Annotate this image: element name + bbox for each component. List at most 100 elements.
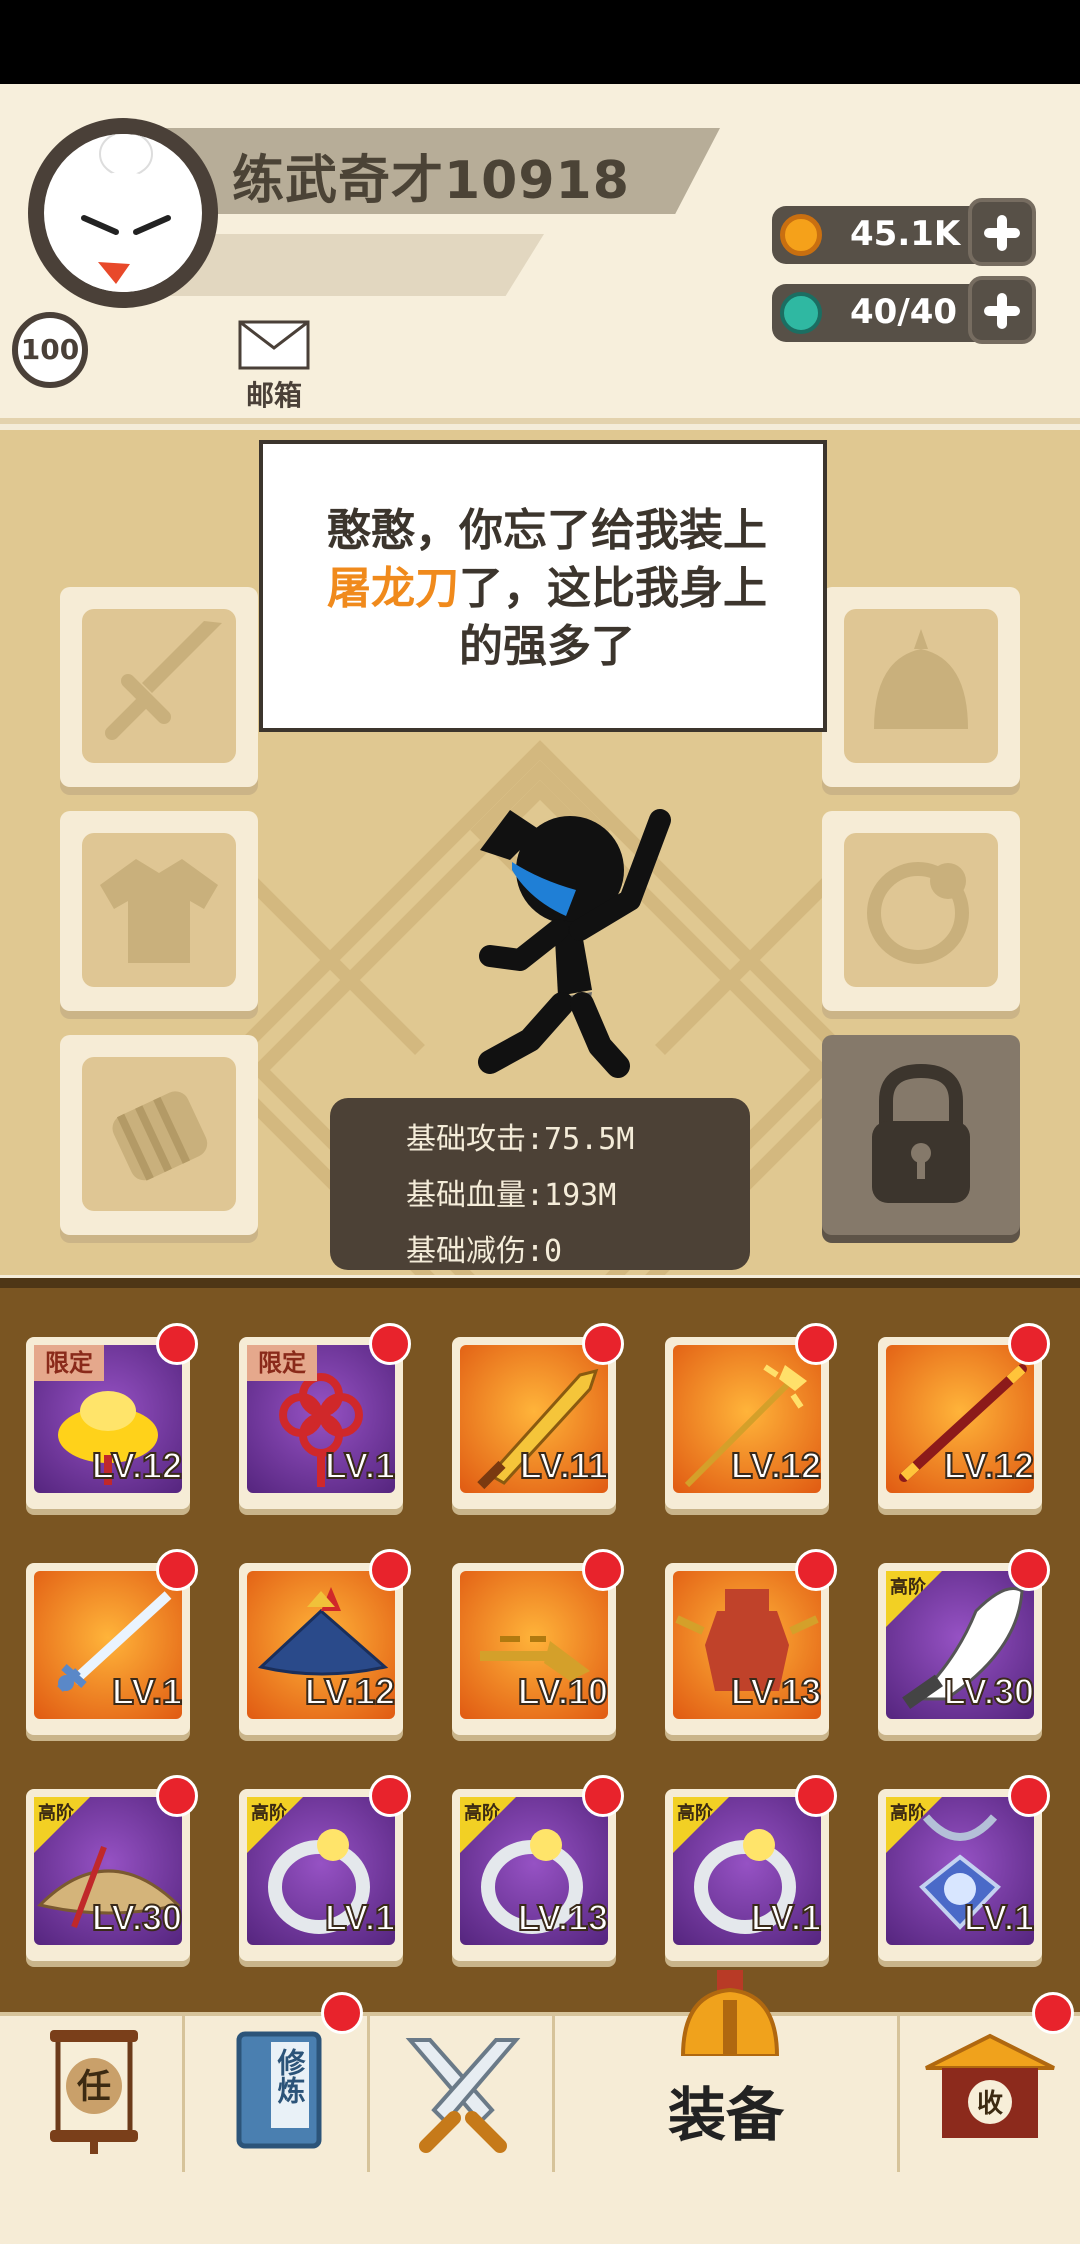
locked-slot[interactable] (822, 1035, 1020, 1235)
gold-value: 45.1K (850, 214, 961, 254)
item-level: LV.1 (750, 1896, 822, 1939)
avatar-image (44, 134, 202, 292)
ring-icon (867, 862, 969, 964)
nav-training[interactable]: 修炼 (185, 1992, 370, 2176)
energy-value: 40/40 (850, 292, 958, 332)
inventory-item-red-armor[interactable]: LV.13 (665, 1549, 837, 1735)
limited-tag: 限定 (34, 1345, 104, 1381)
helmet-icon (680, 1970, 780, 2056)
sub-banner (160, 234, 544, 296)
helmet-icon (874, 629, 968, 729)
nav-task[interactable]: 任 (0, 2016, 185, 2176)
weapon-slot[interactable] (60, 587, 258, 787)
system-nav-area (0, 2172, 1080, 2244)
notification-dot (1008, 1549, 1050, 1591)
helmet-slot[interactable] (822, 587, 1020, 787)
stat-hp: 基础血量:193M (406, 1178, 617, 1213)
item-level: LV.30 (943, 1670, 1035, 1713)
bracer-icon (112, 1091, 208, 1181)
inventory-item-blue-hat[interactable]: LV.12 (239, 1549, 411, 1735)
inventory-item-dragon-blade[interactable]: LV.11 (452, 1323, 624, 1509)
notification-dot (156, 1775, 198, 1817)
notification-dot (582, 1775, 624, 1817)
notification-dot (1008, 1775, 1050, 1817)
armor-slot[interactable] (60, 811, 258, 1011)
notification-dot (156, 1549, 198, 1591)
notification-dot (582, 1549, 624, 1591)
task-glyph: 任 (77, 2067, 111, 2107)
shirt-icon (100, 859, 218, 963)
player-name: 练武奇才10918 (232, 151, 630, 211)
item-level: LV.13 (517, 1896, 609, 1939)
crossed-swords-icon (405, 2038, 521, 2153)
inventory-item-golden-spear[interactable]: LV.12 (665, 1323, 837, 1509)
item-level: LV.1 (111, 1670, 183, 1713)
mail-label: 邮箱 (245, 379, 302, 412)
add-gold-button[interactable] (968, 198, 1036, 266)
item-level: LV.12 (304, 1670, 396, 1713)
nav-battle[interactable] (370, 2016, 555, 2176)
scroll-icon: 任 (50, 2030, 138, 2154)
sword-icon (105, 621, 222, 740)
inventory-item-ice-sword[interactable]: LV.1 (26, 1549, 198, 1735)
inventory-item-golden-key[interactable]: LV.10 (452, 1549, 624, 1735)
item-level: LV.30 (91, 1896, 183, 1939)
nav-equip-label: 装备 (667, 2081, 784, 2149)
train-glyph: 修炼 (274, 2048, 307, 2105)
gem-icon (780, 292, 822, 334)
item-level: LV.10 (517, 1670, 609, 1713)
coin-icon (780, 214, 822, 256)
item-level: LV.12 (730, 1444, 822, 1487)
notification-dot (795, 1775, 837, 1817)
item-level: LV.12 (91, 1444, 183, 1487)
notification-dot (582, 1323, 624, 1365)
notification-dot (369, 1775, 411, 1817)
mail-icon (238, 320, 310, 370)
inventory-item-broad-saber[interactable]: 高阶 LV.30 (878, 1549, 1050, 1735)
inventory-item-gold-ingot[interactable]: 限定 LV.12 (26, 1323, 198, 1509)
inventory-item-silver-ring[interactable]: 高阶 LV.1 (665, 1775, 837, 1961)
nav-equipment[interactable]: 装备 (555, 1970, 900, 2176)
lock-icon (872, 1063, 970, 1203)
notification-dot (156, 1323, 198, 1365)
item-level: LV.1 (963, 1896, 1035, 1939)
level-badge: 100 (12, 312, 88, 388)
inventory-item-red-staff[interactable]: LV.12 (878, 1323, 1050, 1509)
inventory-item-straw-hat[interactable]: 高阶 LV.30 (26, 1775, 198, 1961)
dialog-line-3: 的强多了 (459, 621, 635, 672)
notification-dot (1008, 1323, 1050, 1365)
nav-collection[interactable]: 收 (900, 1992, 1080, 2176)
mail-button[interactable]: 邮箱 (236, 320, 312, 414)
speech-bubble: 憨憨，你忘了给我装上 屠龙刀了，这比我身上 的强多了 (259, 440, 827, 732)
notification-dot (369, 1549, 411, 1591)
bottom-nav: 任 修炼 装备 收 (0, 1970, 1080, 2176)
notification-dot (369, 1323, 411, 1365)
dialog-line-2: 了，这比我身上 (459, 563, 767, 614)
item-level: LV.1 (324, 1896, 396, 1939)
stickman-character[interactable] (450, 790, 690, 1090)
stat-reduction: 基础减伤:0 (406, 1234, 563, 1269)
stat-attack: 基础攻击:75.5M (406, 1122, 635, 1157)
book-icon: 修炼 (236, 2031, 322, 2149)
inventory-item-silver-ring[interactable]: 高阶 LV.1 (239, 1775, 411, 1961)
inventory-item-gem-amulet[interactable]: 高阶 LV.1 (878, 1775, 1050, 1961)
add-energy-button[interactable] (968, 276, 1036, 344)
inventory-item-chinese-knot[interactable]: 限定 LV.1 (239, 1323, 411, 1509)
item-level: LV.13 (730, 1670, 822, 1713)
status-bar (0, 0, 1080, 84)
notification-dot (795, 1323, 837, 1365)
dialog-line-1: 憨憨，你忘了给我装上 (327, 505, 767, 556)
bracer-slot[interactable] (60, 1035, 258, 1235)
pavilion-icon: 收 (925, 2033, 1055, 2138)
limited-tag: 限定 (247, 1345, 317, 1381)
item-level: LV.1 (324, 1444, 396, 1487)
notification-dot (1032, 1992, 1074, 2034)
item-level: LV.12 (943, 1444, 1035, 1487)
base-stats-panel: 基础攻击:75.5M 基础血量:193M 基础减伤:0 (330, 1098, 750, 1270)
notification-dot (321, 1992, 363, 2034)
dialog-highlight: 屠龙刀 (327, 563, 459, 614)
notification-dot (795, 1549, 837, 1591)
collect-glyph: 收 (977, 2089, 1003, 2119)
inventory-item-silver-ring[interactable]: 高阶 LV.13 (452, 1775, 624, 1961)
ring-slot[interactable] (822, 811, 1020, 1011)
